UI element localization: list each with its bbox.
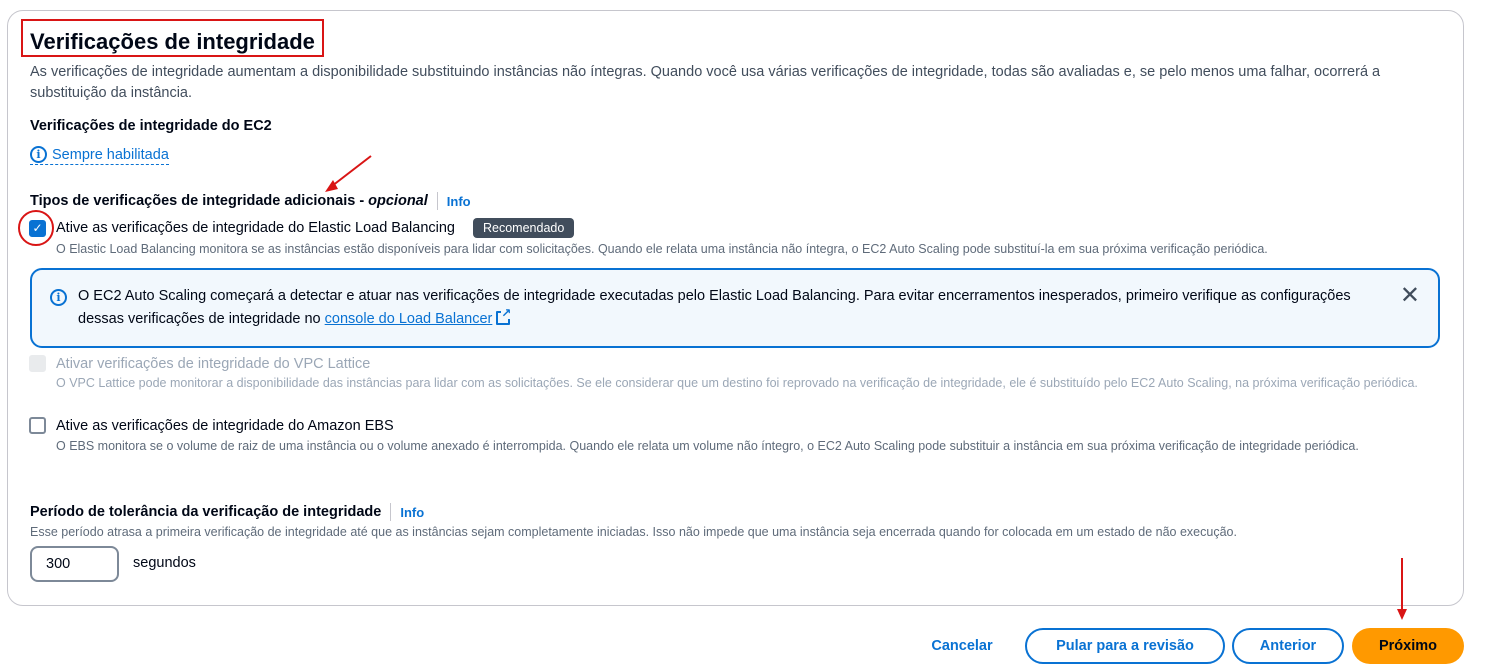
cancel-button[interactable]: Cancelar xyxy=(915,628,1009,664)
annotation-arrowhead xyxy=(1397,609,1407,620)
close-icon[interactable]: ✕ xyxy=(1400,284,1420,308)
info-icon: i xyxy=(30,146,47,163)
additional-title-text: Tipos de verificações de integridade adi… xyxy=(30,193,365,209)
grace-period-title: Período de tolerância da verificação de … xyxy=(30,503,424,521)
previous-button[interactable]: Anterior xyxy=(1232,628,1344,664)
recommended-badge: Recomendado xyxy=(473,218,575,238)
elb-checkbox-label: Ative as verificações de integridade do … xyxy=(56,220,455,236)
alert-message: O EC2 Auto Scaling começará a detectar e… xyxy=(78,288,1351,327)
grace-period-title-text: Período de tolerância da verificação de … xyxy=(30,504,382,520)
grace-period-input[interactable]: 300 xyxy=(30,546,119,582)
next-button[interactable]: Próximo xyxy=(1352,628,1464,664)
alert-text: O EC2 Auto Scaling começará a detectar e… xyxy=(78,285,1368,331)
grace-info-link[interactable]: Info xyxy=(400,505,424,520)
elb-checkbox-row[interactable]: ✓ Ative as verificações de integridade d… xyxy=(29,218,575,238)
ec2-health-title: Verificações de integridade do EC2 xyxy=(30,118,272,134)
skip-to-review-button[interactable]: Pular para a revisão xyxy=(1025,628,1225,664)
page-title: Verificações de integridade xyxy=(30,29,315,54)
additional-types-title: Tipos de verificações de integridade adi… xyxy=(30,192,471,210)
external-link-icon xyxy=(496,307,512,325)
vpc-lattice-label: Ativar verificações de integridade do VP… xyxy=(56,355,371,372)
ebs-help-text: O EBS monitora se o volume de raiz de um… xyxy=(56,439,1359,453)
section-description: As verificações de integridade aumentam … xyxy=(30,64,1381,101)
elb-help-text: O Elastic Load Balancing monitora se as … xyxy=(56,242,1268,256)
grace-period-help: Esse período atrasa a primeira verificaç… xyxy=(30,525,1237,539)
info-link[interactable]: Info xyxy=(447,194,471,209)
vpc-lattice-checkbox xyxy=(29,355,46,372)
optional-label: opcional xyxy=(368,193,428,209)
vpc-lattice-help-text: O VPC Lattice pode monitorar a disponibi… xyxy=(56,376,1418,390)
elb-checkbox[interactable]: ✓ xyxy=(29,219,46,237)
grace-period-units: segundos xyxy=(133,555,196,571)
info-alert: i O EC2 Auto Scaling começará a detectar… xyxy=(30,268,1440,348)
load-balancer-console-link[interactable]: console do Load Balancer xyxy=(325,311,493,327)
divider xyxy=(436,192,438,210)
ebs-checkbox[interactable] xyxy=(29,417,46,434)
info-icon: i xyxy=(50,289,67,306)
ebs-checkbox-row[interactable]: Ative as verificações de integridade do … xyxy=(29,417,394,434)
ec2-status-text: Sempre habilitada xyxy=(52,146,169,163)
ec2-always-enabled[interactable]: i Sempre habilitada xyxy=(30,146,169,165)
divider xyxy=(390,503,392,521)
vpc-lattice-checkbox-row: Ativar verificações de integridade do VP… xyxy=(29,355,370,372)
ebs-checkbox-label: Ative as verificações de integridade do … xyxy=(56,417,394,434)
